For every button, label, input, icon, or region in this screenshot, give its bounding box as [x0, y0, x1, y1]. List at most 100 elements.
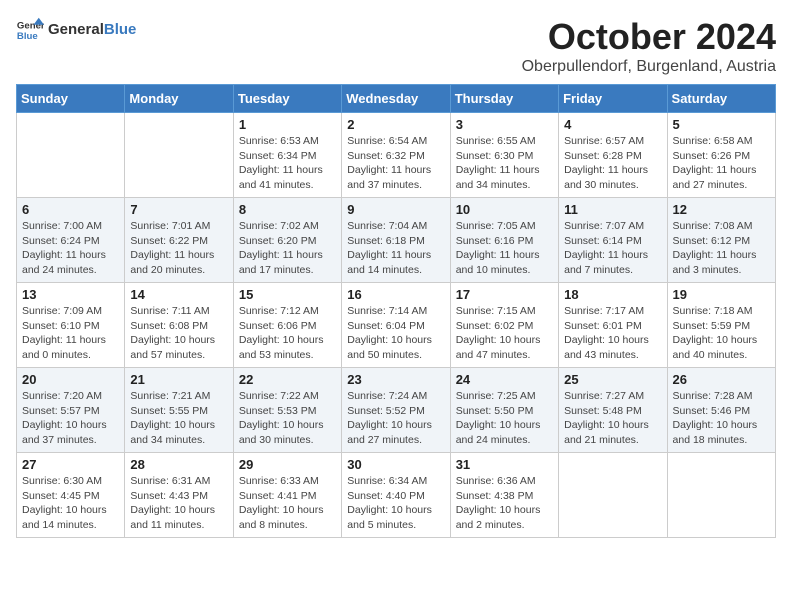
day-info: Sunrise: 6:53 AMSunset: 6:34 PMDaylight:… [239, 134, 336, 193]
day-info: Sunrise: 6:55 AMSunset: 6:30 PMDaylight:… [456, 134, 553, 193]
day-info: Sunrise: 7:17 AMSunset: 6:01 PMDaylight:… [564, 304, 661, 363]
day-info: Sunrise: 7:27 AMSunset: 5:48 PMDaylight:… [564, 389, 661, 448]
day-info: Sunrise: 7:12 AMSunset: 6:06 PMDaylight:… [239, 304, 336, 363]
calendar-cell: 7Sunrise: 7:01 AMSunset: 6:22 PMDaylight… [125, 198, 233, 283]
weekday-header-sunday: Sunday [17, 85, 125, 113]
logo-general-text: General [48, 21, 104, 38]
calendar-cell: 18 Sunrise: 7:17 AMSunset: 6:01 PMDayligh… [559, 283, 667, 368]
calendar-cell: 30 Sunrise: 6:34 AMSunset: 4:40 PMDayligh… [342, 453, 450, 538]
calendar-cell: 19Sunrise: 7:18 AMSunset: 5:59 PMDayligh… [667, 283, 775, 368]
day-info: Sunrise: 6:57 AMSunset: 6:28 PMDaylight:… [564, 134, 661, 193]
day-number: 6 [22, 202, 119, 217]
logo-blue-text: Blue [104, 21, 137, 38]
calendar-cell: 5Sunrise: 6:58 AMSunset: 6:26 PMDaylight… [667, 113, 775, 198]
day-number: 20 [22, 372, 119, 387]
day-number: 30 [347, 457, 444, 472]
day-info: Sunrise: 6:54 AMSunset: 6:32 PMDaylight:… [347, 134, 444, 193]
weekday-header-monday: Monday [125, 85, 233, 113]
day-info: Sunrise: 7:24 AMSunset: 5:52 PMDaylight:… [347, 389, 444, 448]
location-title: Oberpullendorf, Burgenland, Austria [522, 58, 776, 76]
calendar-cell: 13Sunrise: 7:09 AMSunset: 6:10 PMDayligh… [17, 283, 125, 368]
day-number: 8 [239, 202, 336, 217]
day-number: 23 [347, 372, 444, 387]
calendar-cell: 14 Sunrise: 7:11 AMSunset: 6:08 PMDayligh… [125, 283, 233, 368]
calendar-cell [125, 113, 233, 198]
day-info: Sunrise: 7:09 AMSunset: 6:10 PMDaylight:… [22, 304, 119, 363]
calendar-cell [667, 453, 775, 538]
day-number: 14 [130, 287, 227, 302]
day-number: 24 [456, 372, 553, 387]
weekday-row: SundayMondayTuesdayWednesdayThursdayFrid… [17, 85, 776, 113]
weekday-header-wednesday: Wednesday [342, 85, 450, 113]
day-number: 11 [564, 202, 661, 217]
calendar-cell: 3 Sunrise: 6:55 AMSunset: 6:30 PMDaylight… [450, 113, 558, 198]
calendar-week-row: 20 Sunrise: 7:20 AMSunset: 5:57 PMDayligh… [17, 368, 776, 453]
day-info: Sunrise: 7:15 AMSunset: 6:02 PMDaylight:… [456, 304, 553, 363]
day-info: Sunrise: 6:58 AMSunset: 6:26 PMDaylight:… [673, 134, 770, 193]
calendar-body: 1 Sunrise: 6:53 AMSunset: 6:34 PMDaylight… [17, 113, 776, 538]
day-info: Sunrise: 7:25 AMSunset: 5:50 PMDaylight:… [456, 389, 553, 448]
day-number: 21 [130, 372, 227, 387]
day-info: Sunrise: 7:00 AMSunset: 6:24 PMDaylight:… [22, 219, 119, 278]
calendar-cell: 9Sunrise: 7:04 AMSunset: 6:18 PMDaylight… [342, 198, 450, 283]
day-number: 9 [347, 202, 444, 217]
day-info: Sunrise: 7:21 AMSunset: 5:55 PMDaylight:… [130, 389, 227, 448]
day-info: Sunrise: 7:02 AMSunset: 6:20 PMDaylight:… [239, 219, 336, 278]
day-number: 17 [456, 287, 553, 302]
calendar-week-row: 1 Sunrise: 6:53 AMSunset: 6:34 PMDaylight… [17, 113, 776, 198]
day-number: 7 [130, 202, 227, 217]
month-title: October 2024 [522, 16, 776, 58]
calendar-cell: 21 Sunrise: 7:21 AMSunset: 5:55 PMDayligh… [125, 368, 233, 453]
title-area: October 2024 Oberpullendorf, Burgenland,… [522, 16, 776, 76]
calendar-cell: 10 Sunrise: 7:05 AMSunset: 6:16 PMDayligh… [450, 198, 558, 283]
weekday-header-thursday: Thursday [450, 85, 558, 113]
day-number: 29 [239, 457, 336, 472]
day-info: Sunrise: 6:33 AMSunset: 4:41 PMDaylight:… [239, 474, 336, 533]
calendar-cell: 26 Sunrise: 7:28 AMSunset: 5:46 PMDayligh… [667, 368, 775, 453]
day-number: 1 [239, 117, 336, 132]
day-info: Sunrise: 7:28 AMSunset: 5:46 PMDaylight:… [673, 389, 770, 448]
weekday-header-tuesday: Tuesday [233, 85, 341, 113]
day-number: 19 [673, 287, 770, 302]
day-number: 16 [347, 287, 444, 302]
day-number: 31 [456, 457, 553, 472]
day-number: 10 [456, 202, 553, 217]
calendar-cell: 8 Sunrise: 7:02 AMSunset: 6:20 PMDaylight… [233, 198, 341, 283]
day-number: 3 [456, 117, 553, 132]
calendar-cell: 17 Sunrise: 7:15 AMSunset: 6:02 PMDayligh… [450, 283, 558, 368]
calendar-cell: 29 Sunrise: 6:33 AMSunset: 4:41 PMDayligh… [233, 453, 341, 538]
day-number: 12 [673, 202, 770, 217]
day-info: Sunrise: 6:30 AMSunset: 4:45 PMDaylight:… [22, 474, 119, 533]
weekday-header-saturday: Saturday [667, 85, 775, 113]
day-info: Sunrise: 7:08 AMSunset: 6:12 PMDaylight:… [673, 219, 770, 278]
day-info: Sunrise: 7:22 AMSunset: 5:53 PMDaylight:… [239, 389, 336, 448]
calendar-cell [17, 113, 125, 198]
calendar-header: SundayMondayTuesdayWednesdayThursdayFrid… [17, 85, 776, 113]
header: General Blue GeneralBlue October 2024 Ob… [16, 16, 776, 76]
day-number: 4 [564, 117, 661, 132]
weekday-header-friday: Friday [559, 85, 667, 113]
calendar-cell: 11Sunrise: 7:07 AMSunset: 6:14 PMDayligh… [559, 198, 667, 283]
day-info: Sunrise: 7:20 AMSunset: 5:57 PMDaylight:… [22, 389, 119, 448]
calendar-cell: 24 Sunrise: 7:25 AMSunset: 5:50 PMDayligh… [450, 368, 558, 453]
calendar-cell: 22 Sunrise: 7:22 AMSunset: 5:53 PMDayligh… [233, 368, 341, 453]
day-number: 28 [130, 457, 227, 472]
day-number: 22 [239, 372, 336, 387]
calendar-week-row: 6 Sunrise: 7:00 AMSunset: 6:24 PMDaylight… [17, 198, 776, 283]
logo: General Blue GeneralBlue [16, 16, 136, 44]
calendar-cell [559, 453, 667, 538]
day-info: Sunrise: 7:05 AMSunset: 6:16 PMDaylight:… [456, 219, 553, 278]
calendar-cell: 28Sunrise: 6:31 AMSunset: 4:43 PMDayligh… [125, 453, 233, 538]
day-info: Sunrise: 6:34 AMSunset: 4:40 PMDaylight:… [347, 474, 444, 533]
day-number: 25 [564, 372, 661, 387]
day-number: 2 [347, 117, 444, 132]
day-number: 26 [673, 372, 770, 387]
day-number: 27 [22, 457, 119, 472]
calendar-cell: 4 Sunrise: 6:57 AMSunset: 6:28 PMDaylight… [559, 113, 667, 198]
svg-text:Blue: Blue [17, 31, 38, 42]
day-info: Sunrise: 6:36 AMSunset: 4:38 PMDaylight:… [456, 474, 553, 533]
day-info: Sunrise: 7:11 AMSunset: 6:08 PMDaylight:… [130, 304, 227, 363]
calendar-cell: 15Sunrise: 7:12 AMSunset: 6:06 PMDayligh… [233, 283, 341, 368]
day-info: Sunrise: 7:14 AMSunset: 6:04 PMDaylight:… [347, 304, 444, 363]
day-number: 18 [564, 287, 661, 302]
